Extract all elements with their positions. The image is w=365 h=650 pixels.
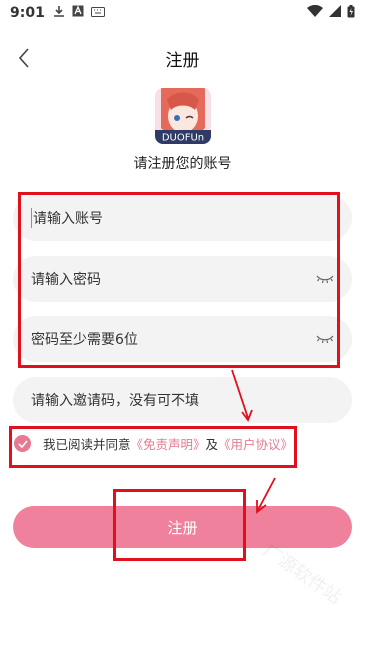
annotation-arrows	[231, 369, 276, 514]
